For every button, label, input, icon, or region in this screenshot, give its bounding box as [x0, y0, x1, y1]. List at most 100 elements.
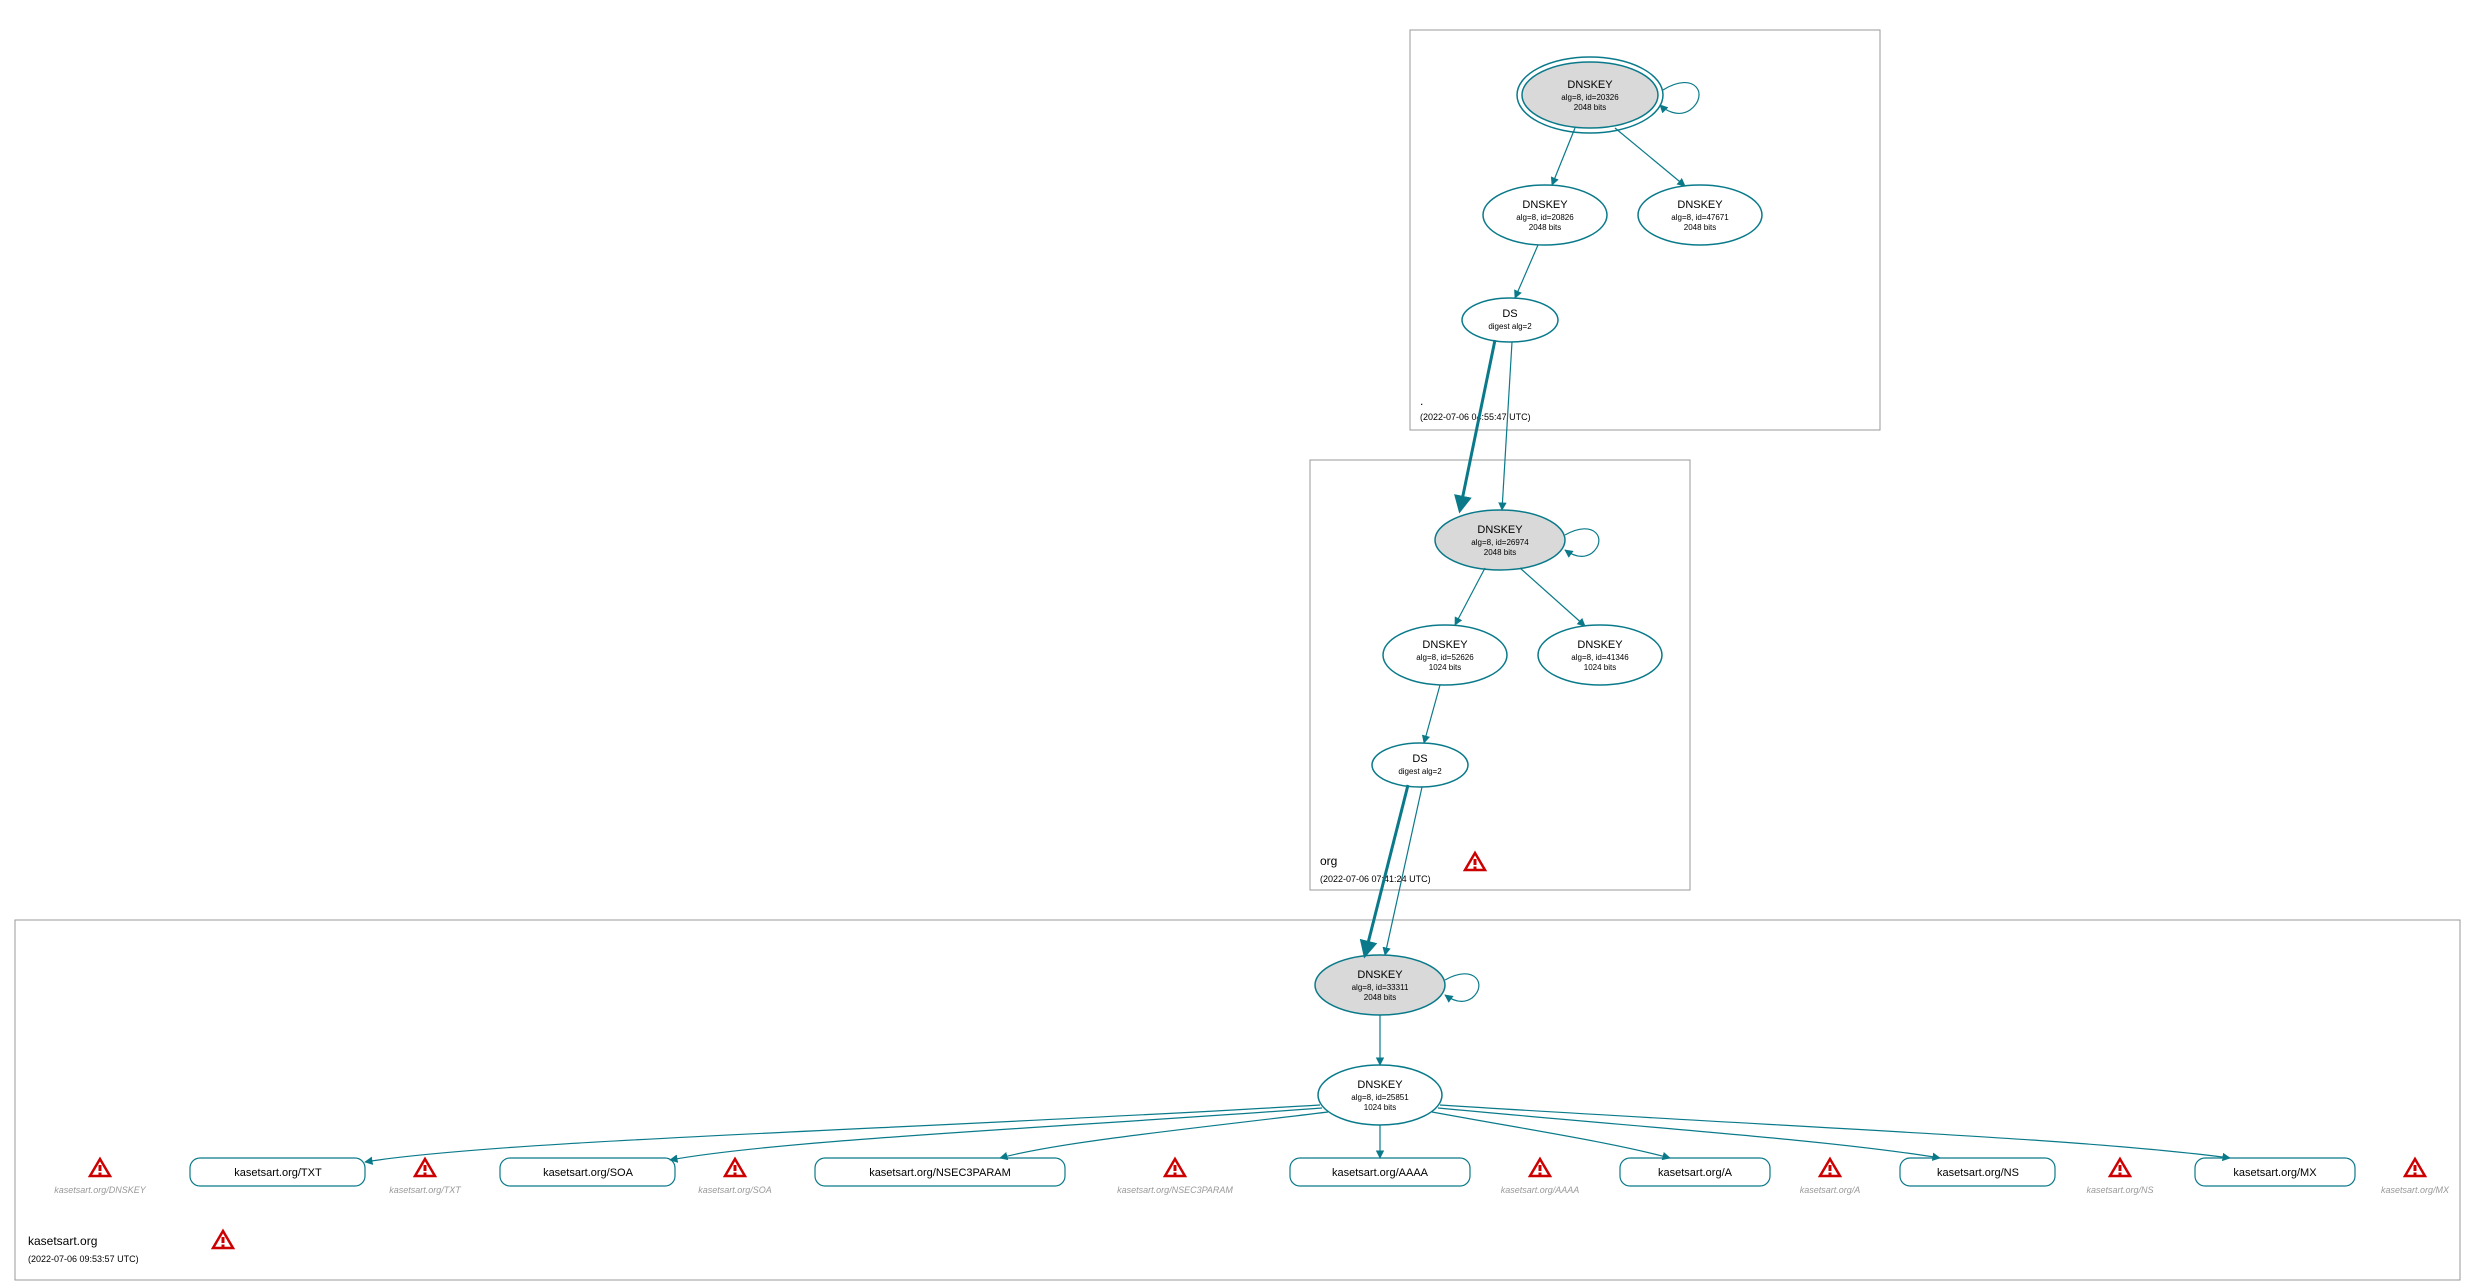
edge-org-zsk1-ds [1424, 685, 1440, 743]
zone-root-time: (2022-07-06 04:55:47 UTC) [1420, 412, 1531, 422]
node-org-zsk2: DNSKEY alg=8, id=41346 1024 bits [1538, 625, 1662, 685]
svg-text:alg=8, id=52626: alg=8, id=52626 [1416, 653, 1474, 662]
svg-text:kasetsart.org/AAAA: kasetsart.org/AAAA [1332, 1167, 1429, 1179]
svg-text:DNSKEY: DNSKEY [1357, 1079, 1403, 1091]
svg-text:1024 bits: 1024 bits [1364, 1103, 1396, 1112]
warning-icon [1530, 1159, 1550, 1176]
svg-text:DNSKEY: DNSKEY [1422, 639, 1468, 651]
zone-org-label: org [1320, 854, 1337, 868]
svg-text:DNSKEY: DNSKEY [1357, 969, 1403, 981]
svg-text:DNSKEY: DNSKEY [1567, 79, 1613, 91]
edge-zsk-ns [1438, 1108, 1940, 1158]
node-root-ds: DS digest alg=2 [1462, 298, 1558, 342]
node-org-ds: DS digest alg=2 [1372, 743, 1468, 787]
svg-text:DNSKEY: DNSKEY [1577, 639, 1623, 651]
svg-text:DNSKEY: DNSKEY [1677, 199, 1723, 211]
zone-domain-time: (2022-07-06 09:53:57 UTC) [28, 1254, 139, 1264]
edge-org-ksk-zsk2 [1520, 568, 1585, 626]
faded-mx: kasetsart.org/MX [2381, 1159, 2450, 1195]
zone-org-time: (2022-07-06 07:41:24 UTC) [1320, 874, 1431, 884]
edge-root-ksk-self [1660, 83, 1699, 114]
edge-zsk-txt [365, 1105, 1320, 1162]
rrset-aaaa: kasetsart.org/AAAA [1290, 1158, 1470, 1186]
svg-text:digest alg=2: digest alg=2 [1398, 767, 1442, 776]
node-root-zsk1: DNSKEY alg=8, id=20826 2048 bits [1483, 185, 1607, 245]
faded-txt: kasetsart.org/TXT [389, 1159, 462, 1195]
warning-icon [1820, 1159, 1840, 1176]
edge-zsk-mx [1440, 1105, 2230, 1158]
svg-text:DS: DS [1412, 753, 1427, 765]
svg-text:DNSKEY: DNSKEY [1522, 199, 1568, 211]
svg-text:2048 bits: 2048 bits [1574, 103, 1606, 112]
svg-text:alg=8, id=26974: alg=8, id=26974 [1471, 538, 1529, 547]
warning-icon [725, 1159, 745, 1176]
rrset-ns: kasetsart.org/NS [1900, 1158, 2055, 1186]
warning-icon [90, 1159, 110, 1176]
node-root-zsk2: DNSKEY alg=8, id=47671 2048 bits [1638, 185, 1762, 245]
warning-icon [1165, 1159, 1185, 1176]
faded-dnskey: kasetsart.org/DNSKEY [54, 1159, 147, 1195]
rrset-nsec3: kasetsart.org/NSEC3PARAM [815, 1158, 1065, 1186]
svg-text:alg=8, id=20826: alg=8, id=20826 [1516, 213, 1574, 222]
edge-zsk-a [1432, 1112, 1670, 1158]
faded-a: kasetsart.org/A [1800, 1159, 1861, 1195]
edge-org-ksk-zsk1 [1455, 568, 1485, 625]
zone-domain: kasetsart.org (2022-07-06 09:53:57 UTC) … [15, 785, 2460, 1280]
faded-soa: kasetsart.org/SOA [698, 1159, 772, 1195]
svg-text:alg=8, id=33311: alg=8, id=33311 [1352, 983, 1409, 992]
svg-text:kasetsart.org/MX: kasetsart.org/MX [2381, 1185, 2450, 1195]
faded-aaaa: kasetsart.org/AAAA [1501, 1159, 1580, 1195]
edge-org-ds-dom-ksk-bold [1365, 785, 1408, 955]
warning-icon [1465, 853, 1485, 870]
zone-domain-label: kasetsart.org [28, 1234, 97, 1248]
svg-text:kasetsart.org/A: kasetsart.org/A [1800, 1185, 1861, 1195]
svg-text:2048 bits: 2048 bits [1684, 223, 1716, 232]
svg-text:DNSKEY: DNSKEY [1477, 524, 1523, 536]
node-org-ksk: DNSKEY alg=8, id=26974 2048 bits [1435, 510, 1565, 570]
svg-text:kasetsart.org/TXT: kasetsart.org/TXT [389, 1185, 462, 1195]
warning-icon [2110, 1159, 2130, 1176]
warning-icon [415, 1159, 435, 1176]
zone-root: . (2022-07-06 04:55:47 UTC) DNSKEY alg=8… [1410, 30, 1880, 430]
node-dom-zsk: DNSKEY alg=8, id=25851 1024 bits [1318, 1065, 1442, 1125]
rrset-a: kasetsart.org/A [1620, 1158, 1770, 1186]
rrset-txt: kasetsart.org/TXT [190, 1158, 365, 1186]
svg-text:alg=8, id=20326: alg=8, id=20326 [1561, 93, 1619, 102]
svg-text:kasetsart.org/NS: kasetsart.org/NS [2086, 1185, 2153, 1195]
svg-text:kasetsart.org/SOA: kasetsart.org/SOA [698, 1185, 772, 1195]
svg-text:1024 bits: 1024 bits [1429, 663, 1461, 672]
svg-text:alg=8, id=25851: alg=8, id=25851 [1351, 1093, 1409, 1102]
svg-text:kasetsart.org/TXT: kasetsart.org/TXT [234, 1167, 322, 1179]
edge-root-ds-org-ksk [1502, 342, 1512, 510]
node-root-ksk: DNSKEY alg=8, id=20326 2048 bits [1517, 57, 1663, 133]
svg-text:digest alg=2: digest alg=2 [1488, 322, 1532, 331]
svg-text:2048 bits: 2048 bits [1364, 993, 1396, 1002]
svg-text:alg=8, id=47671: alg=8, id=47671 [1671, 213, 1729, 222]
edge-root-ds-org-ksk-bold [1460, 340, 1495, 510]
svg-text:kasetsart.org/NSEC3PARAM: kasetsart.org/NSEC3PARAM [1117, 1185, 1233, 1195]
edge-org-ksk-self [1565, 529, 1599, 557]
svg-text:kasetsart.org/DNSKEY: kasetsart.org/DNSKEY [54, 1185, 147, 1195]
rrset-mx: kasetsart.org/MX [2195, 1158, 2355, 1186]
svg-text:DS: DS [1502, 308, 1517, 320]
edge-dom-ksk-self [1445, 974, 1479, 1002]
node-org-zsk1: DNSKEY alg=8, id=52626 1024 bits [1383, 625, 1507, 685]
faded-ns: kasetsart.org/NS [2086, 1159, 2153, 1195]
rrset-soa: kasetsart.org/SOA [500, 1158, 675, 1186]
svg-text:kasetsart.org/NSEC3PARAM: kasetsart.org/NSEC3PARAM [869, 1167, 1011, 1179]
zone-root-label: . [1420, 394, 1423, 408]
svg-text:2048 bits: 2048 bits [1484, 548, 1516, 557]
warning-icon [213, 1231, 233, 1248]
warning-icon [2405, 1159, 2425, 1176]
svg-text:kasetsart.org/AAAA: kasetsart.org/AAAA [1501, 1185, 1580, 1195]
dnssec-graph: . (2022-07-06 04:55:47 UTC) DNSKEY alg=8… [0, 0, 2468, 1286]
svg-text:alg=8, id=41346: alg=8, id=41346 [1571, 653, 1629, 662]
svg-text:2048 bits: 2048 bits [1529, 223, 1561, 232]
svg-text:1024 bits: 1024 bits [1584, 663, 1616, 672]
faded-nsec3: kasetsart.org/NSEC3PARAM [1117, 1159, 1233, 1195]
svg-text:kasetsart.org/SOA: kasetsart.org/SOA [543, 1167, 634, 1179]
edge-root-ksk-zsk2 [1615, 128, 1685, 186]
edge-zsk-soa [670, 1108, 1322, 1160]
svg-text:kasetsart.org/A: kasetsart.org/A [1658, 1167, 1733, 1179]
edge-root-ksk-zsk1 [1552, 128, 1575, 185]
